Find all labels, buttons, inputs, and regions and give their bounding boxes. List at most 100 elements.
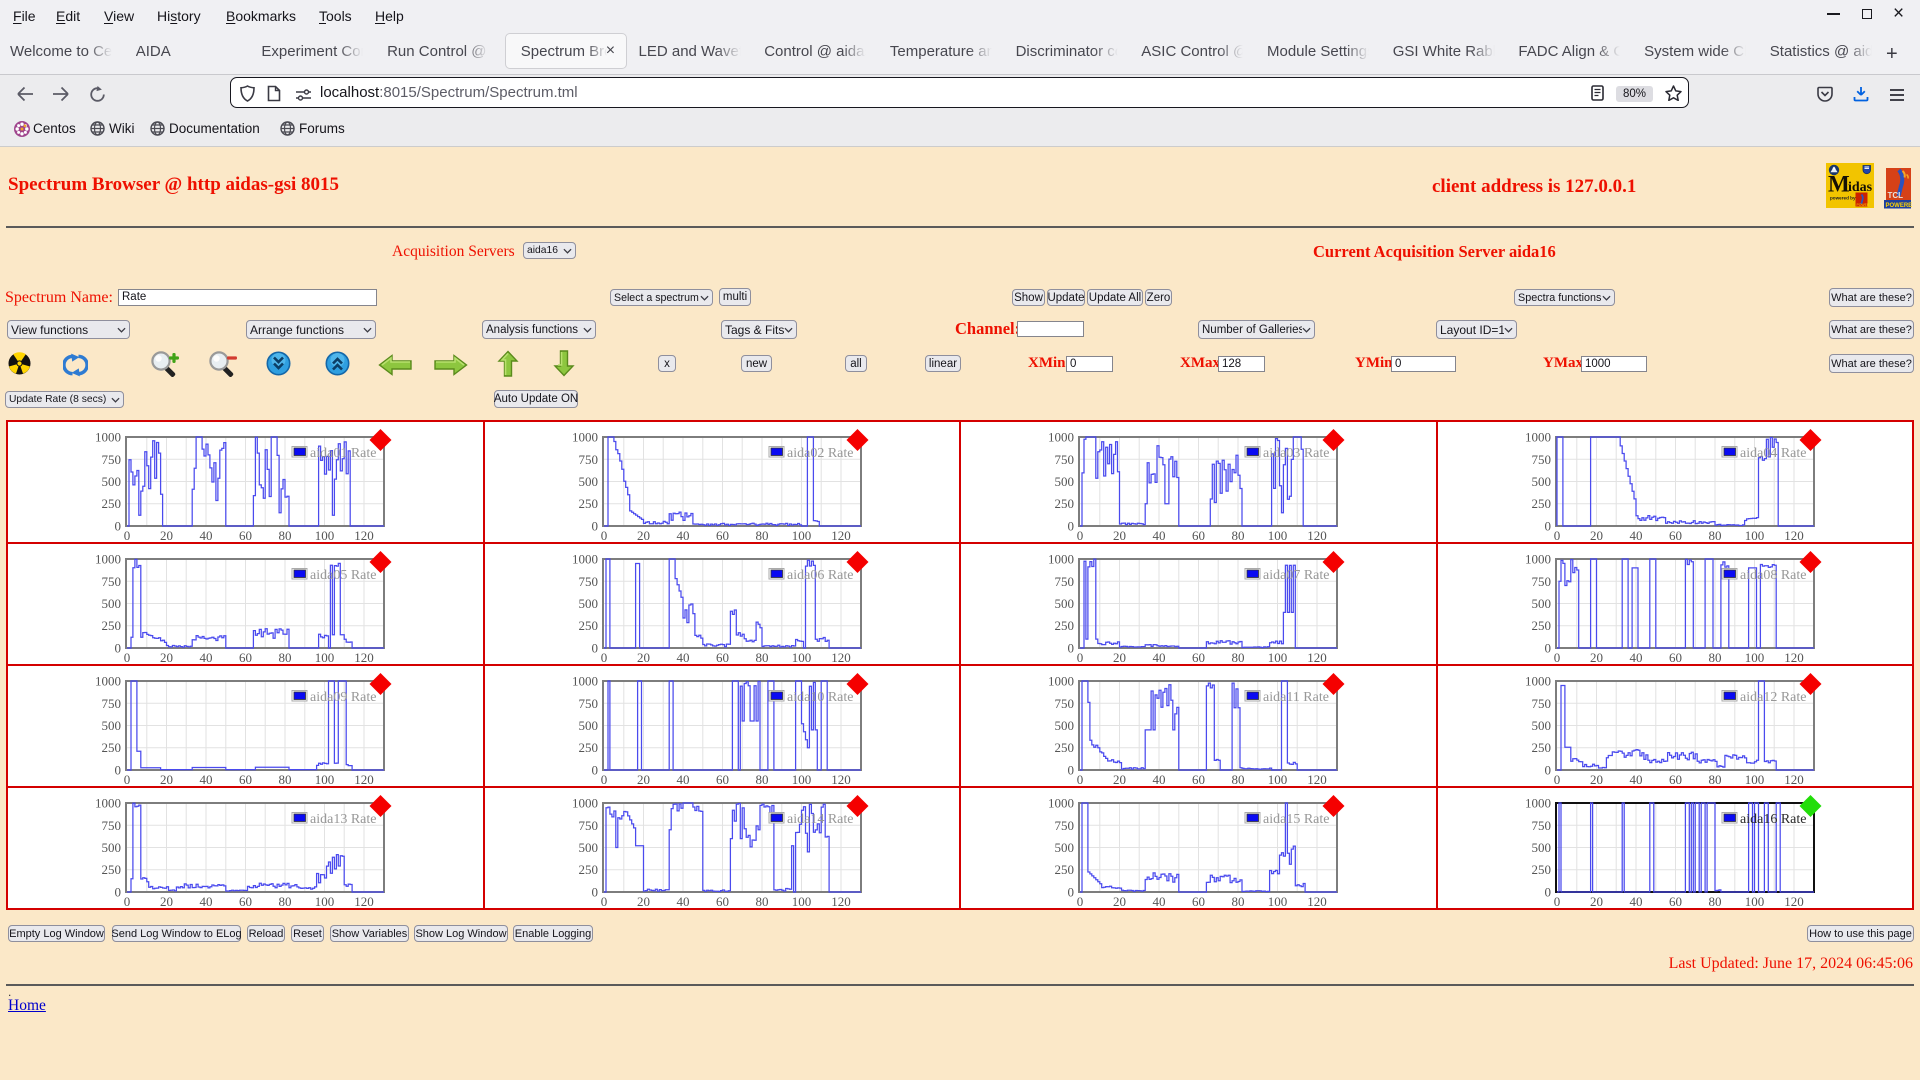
- svg-text:POWERED: POWERED: [1886, 203, 1913, 209]
- svg-text:aida01 Rate: aida01 Rate: [310, 446, 376, 461]
- svg-text:40: 40: [200, 894, 213, 907]
- svg-text:120: 120: [1784, 772, 1804, 785]
- svg-text:40: 40: [1153, 894, 1166, 907]
- svg-text:1000: 1000: [1048, 552, 1074, 567]
- svg-text:80: 80: [1708, 650, 1721, 663]
- svg-text:20: 20: [637, 650, 650, 663]
- svg-text:20: 20: [1113, 650, 1126, 663]
- svg-text:1000: 1000: [572, 552, 598, 567]
- svg-text:60: 60: [716, 772, 729, 785]
- svg-text:20: 20: [1590, 772, 1603, 785]
- svg-text:250: 250: [102, 618, 122, 633]
- svg-text:500: 500: [102, 718, 122, 733]
- svg-text:100: 100: [1268, 650, 1288, 663]
- svg-text:60: 60: [1669, 772, 1682, 785]
- svg-text:60: 60: [239, 894, 252, 907]
- svg-text:1000: 1000: [95, 552, 121, 567]
- svg-text:40: 40: [676, 894, 689, 907]
- svg-text:0: 0: [124, 894, 131, 907]
- svg-text:120: 120: [1307, 772, 1327, 785]
- svg-text:1000: 1000: [95, 674, 121, 689]
- svg-text:1000: 1000: [1525, 674, 1551, 689]
- svg-text:60: 60: [1192, 650, 1205, 663]
- svg-text:20: 20: [1113, 894, 1126, 907]
- svg-text:M: M: [1828, 172, 1850, 197]
- svg-text:aida07 Rate: aida07 Rate: [1263, 568, 1329, 583]
- svg-text:60: 60: [1669, 650, 1682, 663]
- svg-text:500: 500: [1531, 840, 1551, 855]
- svg-text:0: 0: [1544, 885, 1551, 900]
- svg-text:0: 0: [1068, 763, 1075, 778]
- svg-text:80: 80: [279, 528, 292, 541]
- svg-text:20: 20: [637, 772, 650, 785]
- svg-text:750: 750: [578, 696, 598, 711]
- svg-text:100: 100: [1744, 894, 1764, 907]
- svg-text:0: 0: [1068, 641, 1075, 656]
- svg-text:0: 0: [591, 641, 598, 656]
- svg-text:60: 60: [239, 528, 252, 541]
- svg-text:60: 60: [1669, 894, 1682, 907]
- svg-text:1000: 1000: [1048, 674, 1074, 689]
- svg-text:0: 0: [124, 528, 131, 541]
- svg-text:1000: 1000: [1525, 796, 1551, 811]
- svg-text:80: 80: [1708, 894, 1721, 907]
- svg-text:120: 120: [1307, 528, 1327, 541]
- svg-text:20: 20: [160, 528, 173, 541]
- svg-text:250: 250: [578, 740, 598, 755]
- svg-text:100: 100: [315, 650, 335, 663]
- svg-text:20: 20: [1590, 650, 1603, 663]
- svg-text:60: 60: [239, 650, 252, 663]
- svg-text:750: 750: [1055, 818, 1075, 833]
- svg-text:250: 250: [102, 740, 122, 755]
- svg-text:TCL: TCL: [1888, 191, 1904, 200]
- svg-text:100: 100: [315, 528, 335, 541]
- svg-text:750: 750: [1531, 818, 1551, 833]
- svg-text:80: 80: [755, 528, 768, 541]
- svg-text:250: 250: [1531, 496, 1551, 511]
- svg-text:60: 60: [1192, 894, 1205, 907]
- svg-text:250: 250: [1531, 862, 1551, 877]
- svg-text:500: 500: [102, 596, 122, 611]
- svg-text:500: 500: [1055, 596, 1075, 611]
- svg-text:powered by: powered by: [1830, 196, 1856, 201]
- svg-text:1000: 1000: [95, 796, 121, 811]
- svg-text:500: 500: [1055, 474, 1075, 489]
- svg-text:100: 100: [791, 650, 811, 663]
- svg-text:250: 250: [578, 862, 598, 877]
- svg-text:80: 80: [1232, 650, 1245, 663]
- svg-text:120: 120: [354, 650, 374, 663]
- svg-text:1000: 1000: [1048, 430, 1074, 445]
- svg-text:aida09 Rate: aida09 Rate: [310, 690, 376, 705]
- svg-text:0: 0: [115, 641, 122, 656]
- svg-text:80: 80: [755, 650, 768, 663]
- svg-text:60: 60: [239, 772, 252, 785]
- svg-text:250: 250: [1531, 618, 1551, 633]
- svg-text:20: 20: [160, 772, 173, 785]
- svg-text:500: 500: [578, 474, 598, 489]
- svg-text:80: 80: [279, 650, 292, 663]
- svg-text:1000: 1000: [1525, 552, 1551, 567]
- svg-text:120: 120: [354, 528, 374, 541]
- svg-text:120: 120: [1784, 528, 1804, 541]
- svg-text:20: 20: [1590, 528, 1603, 541]
- svg-text:0: 0: [1068, 519, 1075, 534]
- svg-text:120: 120: [354, 772, 374, 785]
- svg-text:100: 100: [1744, 772, 1764, 785]
- svg-text:0: 0: [115, 519, 122, 534]
- svg-text:500: 500: [578, 840, 598, 855]
- svg-text:100: 100: [315, 772, 335, 785]
- svg-text:0: 0: [1077, 528, 1084, 541]
- svg-text:aida14 Rate: aida14 Rate: [787, 812, 853, 827]
- svg-text:aida12 Rate: aida12 Rate: [1740, 690, 1806, 705]
- svg-text:750: 750: [1055, 696, 1075, 711]
- svg-text:0: 0: [591, 885, 598, 900]
- svg-text:POWER: POWER: [1857, 203, 1870, 207]
- svg-text:40: 40: [200, 650, 213, 663]
- svg-text:80: 80: [1232, 894, 1245, 907]
- svg-text:40: 40: [1629, 528, 1642, 541]
- svg-text:100: 100: [1268, 894, 1288, 907]
- svg-text:20: 20: [1590, 894, 1603, 907]
- svg-text:120: 120: [1784, 650, 1804, 663]
- svg-text:aida16 Rate: aida16 Rate: [1740, 812, 1806, 827]
- svg-text:750: 750: [1531, 574, 1551, 589]
